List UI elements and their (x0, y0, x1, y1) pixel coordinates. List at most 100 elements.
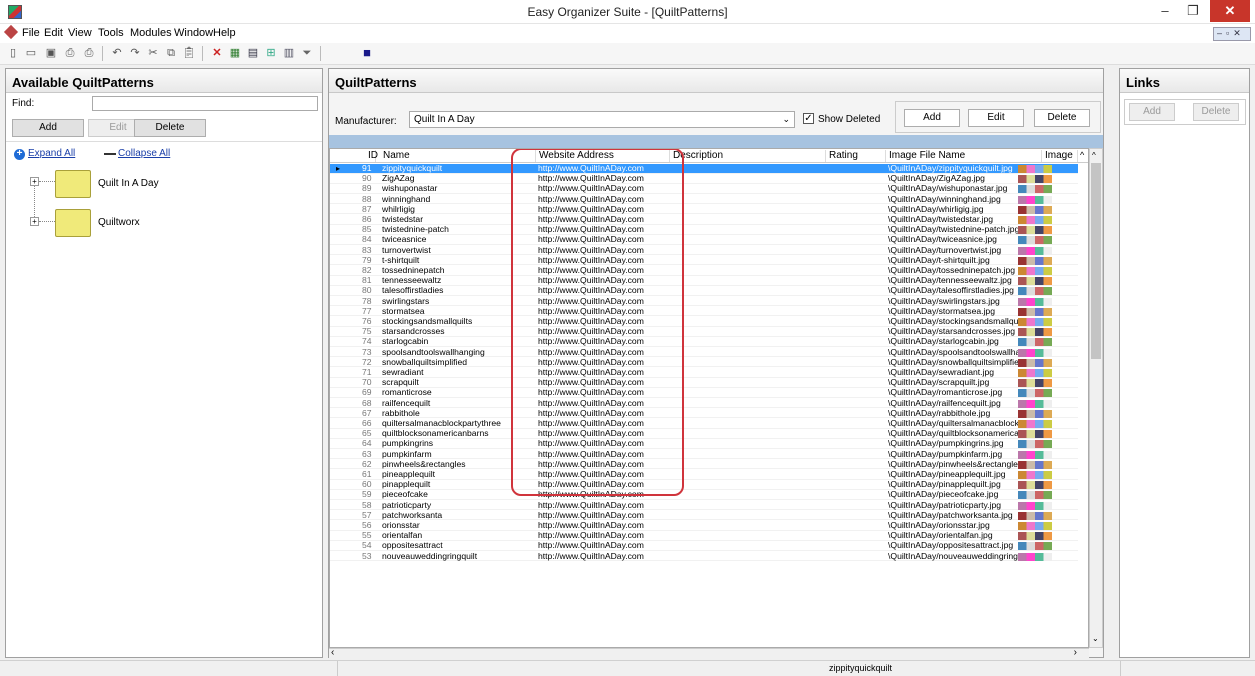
table-row[interactable]: 60 pinapplequilt http://www.QuiltInADay.co… (330, 480, 1078, 490)
column-header-image-file[interactable]: Image File Name (886, 150, 1042, 162)
scroll-left-icon[interactable]: ‹ (331, 647, 334, 658)
table-row[interactable]: 68 railfencequilt http://www.QuiltInADay.c… (330, 399, 1078, 409)
table-row[interactable]: 89 wishuponastar http://www.QuiltInADay.co… (330, 184, 1078, 194)
delete-button[interactable]: Delete (1193, 103, 1239, 121)
scroll-down-icon[interactable]: ⌄ (1092, 634, 1099, 643)
menu-help[interactable]: Help (213, 27, 236, 39)
menu-window[interactable]: Window (174, 27, 213, 39)
show-deleted-checkbox[interactable]: ✓ (803, 113, 814, 124)
table-row[interactable]: 90 ZigAZag http://www.QuiltInADay.com \Quil… (330, 174, 1078, 184)
table-row[interactable]: 66 quiltersalmanacblockpartythree http://w… (330, 419, 1078, 429)
tree-expander[interactable]: + (30, 177, 39, 186)
table-row[interactable]: 79 t-shirtquilt http://www.QuiltInADay.com… (330, 256, 1078, 266)
table-row[interactable]: 82 tossedninepatch http://www.QuiltInADay.… (330, 266, 1078, 276)
document-icon[interactable] (3, 24, 19, 40)
monitor-icon[interactable]: ■ (360, 46, 374, 60)
table-row[interactable]: 86 twistedstar http://www.QuiltInADay.com \… (330, 215, 1078, 225)
table-row[interactable]: ▸ 91 zippityquickquilt http://www.QuiltInAD… (330, 164, 1078, 174)
grid-vertical-scrollbar[interactable]: ^ ⌄ (1089, 148, 1103, 648)
table-row[interactable]: 65 quiltblocksonamericanbarns http://www.Q… (330, 429, 1078, 439)
close-button[interactable]: ✕ (1210, 0, 1250, 22)
table-row[interactable]: 85 twistednine-patch http://www.QuiltInADa… (330, 225, 1078, 235)
table-row[interactable]: 87 whilrligig http://www.QuiltInADay.com \Q… (330, 205, 1078, 215)
table-row[interactable]: 81 tennesseewaltz http://www.QuiltInADay.c… (330, 276, 1078, 286)
table-row[interactable]: 63 pumpkinfarm http://www.QuiltInADay.com \… (330, 450, 1078, 460)
scroll-up-icon[interactable]: ^ (1092, 151, 1096, 160)
grid-icon[interactable]: ▤ (246, 46, 260, 60)
add-button[interactable]: Add (12, 119, 84, 137)
add-button[interactable]: Add (1129, 103, 1175, 121)
copy-icon[interactable]: ⧉ (164, 46, 178, 60)
table-row[interactable]: 74 starlogcabin http://www.QuiltInADay.com… (330, 337, 1078, 347)
print-icon[interactable]: ⎙ (82, 46, 96, 60)
table-row[interactable]: 73 spoolsandtoolswallhanging http://www.Qu… (330, 348, 1078, 358)
new-icon[interactable]: ▯ (6, 46, 20, 60)
tree-item-quilt-in-a-day[interactable]: Quilt In A Day (98, 178, 159, 189)
delete-button[interactable]: Delete (1034, 109, 1090, 127)
table-row[interactable]: 55 orientalfan http://www.QuiltInADay.com \… (330, 531, 1078, 541)
table-icon[interactable]: ▥ (282, 46, 296, 60)
paste-icon[interactable]: 📋︎ (182, 46, 196, 60)
table-row[interactable]: 61 pineapplequilt http://www.QuiltInADay.c… (330, 470, 1078, 480)
table-row[interactable]: 72 snowballquiltsimplified http://www.Quil… (330, 358, 1078, 368)
find-input[interactable] (92, 96, 318, 111)
table-row[interactable]: 56 orionsstar http://www.QuiltInADay.com \Q… (330, 521, 1078, 531)
table-row[interactable]: 53 nouveauweddingringquilt http://www.Quil… (330, 552, 1078, 562)
add-button[interactable]: Add (904, 109, 960, 127)
grid-horizontal-scrollbar[interactable]: ‹ › (329, 647, 1089, 658)
table-row[interactable]: 71 sewradiant http://www.QuiltInADay.com \Q… (330, 368, 1078, 378)
print-preview-icon[interactable]: ⎙ (63, 46, 77, 60)
edit-button[interactable]: Edit (968, 109, 1024, 127)
redo-icon[interactable]: ↷ (128, 46, 142, 60)
filter-icon[interactable]: ⏷ (300, 46, 314, 60)
scroll-thumb[interactable] (1091, 163, 1101, 359)
save-icon[interactable]: ▣ (44, 46, 58, 60)
collapse-all-link[interactable]: Collapse All (118, 148, 170, 159)
sort-up-icon[interactable]: ^ (1080, 150, 1084, 160)
table-row[interactable]: 80 talesoffirstladies http://www.QuiltInAD… (330, 286, 1078, 296)
mdi-window-controls[interactable]: –▫✕ (1213, 27, 1251, 41)
table-row[interactable]: 88 winninghand http://www.QuiltInADay.com \… (330, 195, 1078, 205)
minimize-button[interactable]: – (1150, 0, 1180, 22)
menu-edit[interactable]: Edit (44, 27, 63, 39)
expand-all-link[interactable]: Expand All (28, 148, 75, 159)
table-row[interactable]: 69 romanticrose http://www.QuiltInADay.com… (330, 388, 1078, 398)
table-row[interactable]: 77 stormatsea http://www.QuiltInADay.com \Q… (330, 307, 1078, 317)
table-row[interactable]: 59 pieceofcake http://www.QuiltInADay.com \… (330, 490, 1078, 500)
expand-icon[interactable]: + (14, 149, 25, 160)
tree-item-quiltworx[interactable]: Quiltworx (98, 217, 140, 228)
tree-expander[interactable]: + (30, 217, 39, 226)
table-row[interactable]: 70 scrapquilt http://www.QuiltInADay.com \Q… (330, 378, 1078, 388)
cut-icon[interactable]: ✂ (146, 46, 160, 60)
cell-id: 71 (362, 368, 372, 377)
column-header-description[interactable]: Description (670, 150, 826, 162)
maximize-button[interactable]: ❐ (1178, 0, 1208, 22)
table-row[interactable]: 83 turnovertwist http://www.QuiltInADay.co… (330, 246, 1078, 256)
delete-button[interactable]: Delete (134, 119, 206, 137)
scroll-right-icon[interactable]: › (1074, 647, 1077, 658)
table-row[interactable]: 67 rabbithole http://www.QuiltInADay.com \Q… (330, 409, 1078, 419)
table-row[interactable]: 75 starsandcrosses http://www.QuiltInADay.… (330, 327, 1078, 337)
column-header-rating[interactable]: Rating (826, 150, 886, 162)
menu-file[interactable]: File (22, 27, 40, 39)
manufacturer-select[interactable]: Quilt In A Day ⌄ (409, 111, 795, 128)
undo-icon[interactable]: ↶ (110, 46, 124, 60)
column-header-id[interactable]: ID (368, 150, 378, 162)
table-row[interactable]: 76 stockingsandsmallquilts http://www.Quil… (330, 317, 1078, 327)
table-row[interactable]: 64 pumpkingrins http://www.QuiltInADay.com… (330, 439, 1078, 449)
open-icon[interactable]: ▭ (24, 46, 38, 60)
menu-modules[interactable]: Modules (130, 27, 172, 39)
table-row[interactable]: 78 swirlingstars http://www.QuiltInADay.co… (330, 297, 1078, 307)
table-row[interactable]: 54 oppositesattract http://www.QuiltInADay… (330, 541, 1078, 551)
delete-icon[interactable]: ✕ (210, 46, 224, 60)
patterns-grid[interactable]: ID Name Website Address Description Rati… (329, 148, 1089, 648)
table-row[interactable]: 57 patchworksanta http://www.QuiltInADay.c… (330, 511, 1078, 521)
excel-icon[interactable]: ▦ (228, 46, 242, 60)
table-row[interactable]: 62 pinwheels&rectangles http://www.QuiltIn… (330, 460, 1078, 470)
column-header-image[interactable]: Image (1042, 150, 1078, 162)
table-row[interactable]: 58 patrioticparty http://www.QuiltInADay.c… (330, 501, 1078, 511)
table-row[interactable]: 84 twiceasnice http://www.QuiltInADay.com \… (330, 235, 1078, 245)
menu-tools[interactable]: Tools (98, 27, 124, 39)
menu-view[interactable]: View (68, 27, 92, 39)
report-icon[interactable]: ⊞ (264, 46, 278, 60)
